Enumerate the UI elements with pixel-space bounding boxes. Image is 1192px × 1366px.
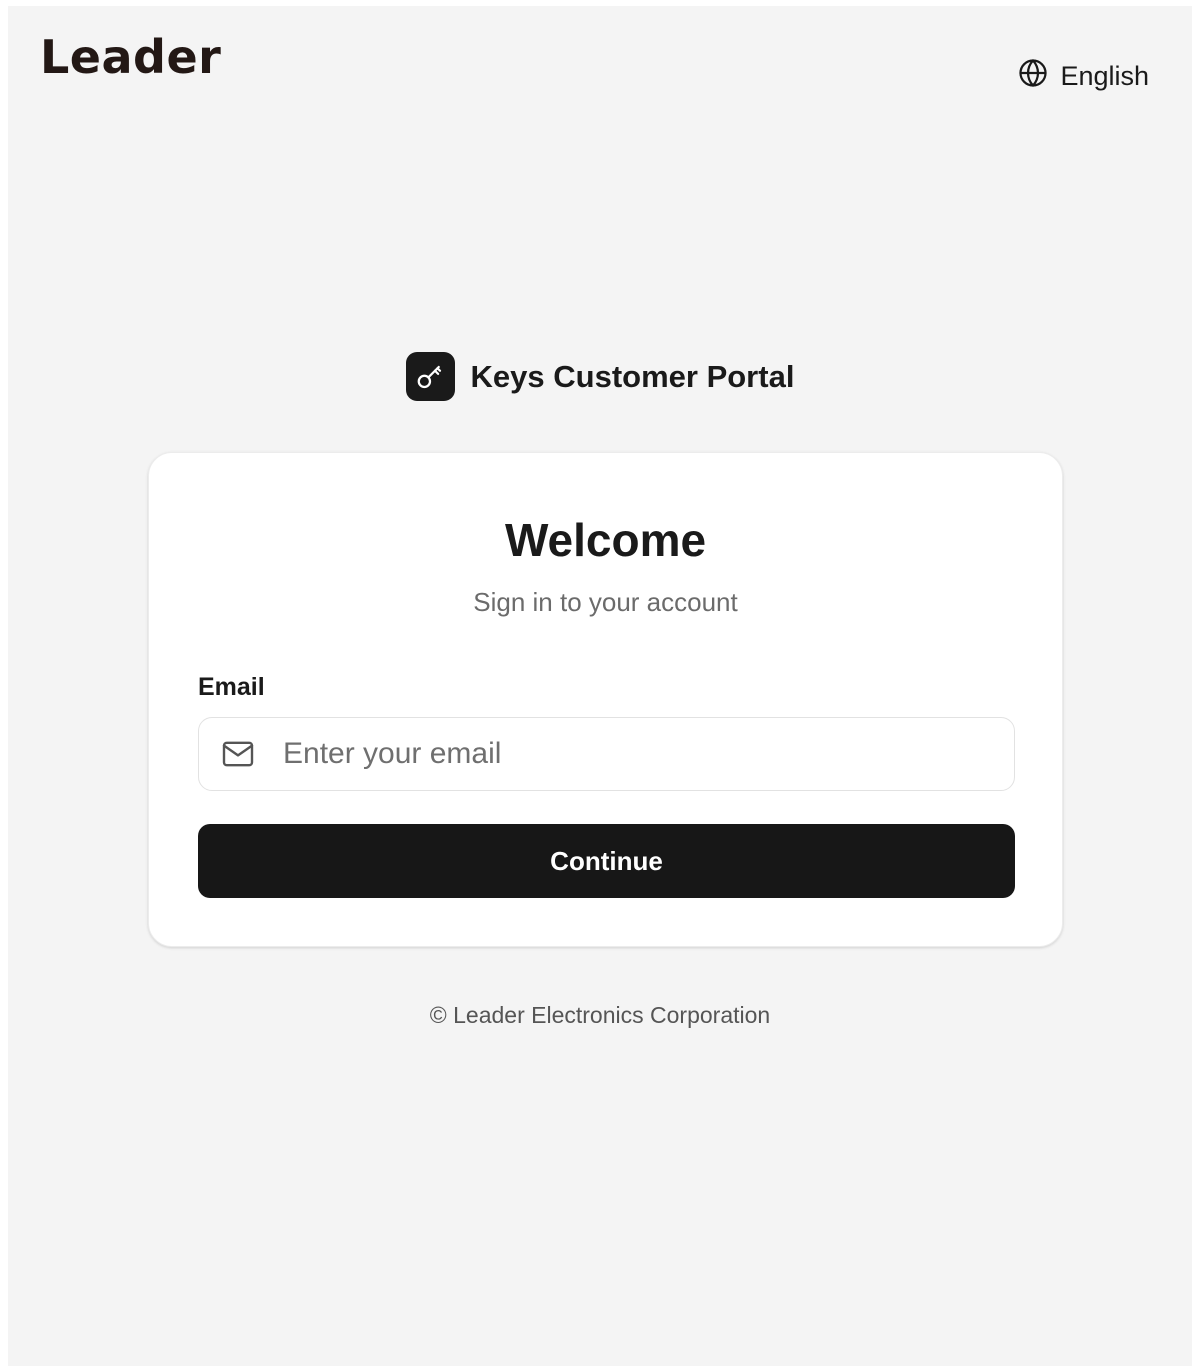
welcome-heading: Welcome xyxy=(504,514,707,566)
mail-icon xyxy=(222,741,254,767)
language-selector[interactable]: English xyxy=(1018,58,1149,95)
key-icon xyxy=(405,352,455,401)
email-input[interactable] xyxy=(199,718,1014,790)
portal-brand: Keys Customer Portal xyxy=(8,352,1192,401)
language-label: English xyxy=(1060,61,1149,91)
portal-title: Keys Customer Portal xyxy=(470,358,795,394)
continue-button[interactable]: Continue xyxy=(198,824,1015,898)
login-card: Welcome Sign in to your account Email Co… xyxy=(148,452,1063,947)
email-field-container[interactable] xyxy=(198,717,1015,791)
signin-subtitle: Sign in to your account xyxy=(473,587,738,617)
globe-icon xyxy=(1018,58,1048,95)
page-background: Leader English Keys Customer Portal Welc… xyxy=(8,6,1192,1366)
footer-copyright: © Leader Electronics Corporation xyxy=(429,1002,771,1028)
email-label: Email xyxy=(198,673,265,701)
leader-logo[interactable]: Leader xyxy=(40,34,221,80)
